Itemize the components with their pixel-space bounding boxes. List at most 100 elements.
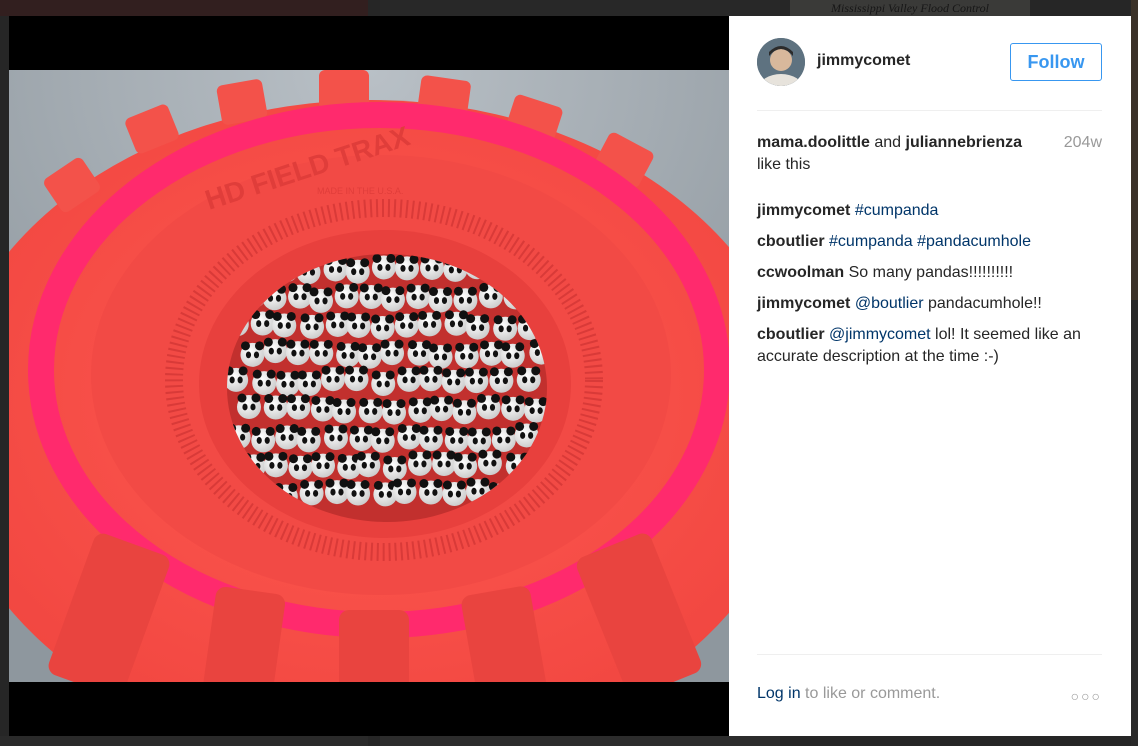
panda-ball [334,282,359,309]
panda-ball [263,394,288,420]
panda-ball [310,395,335,422]
panda-ball [296,426,321,453]
panda-ball [394,254,419,281]
panda-ball [380,286,405,312]
panda-ball [418,425,443,452]
panda-ball [252,369,277,396]
avatar[interactable] [757,38,805,86]
panda-ball [397,423,422,450]
likes-and-text: and [874,134,902,151]
post-header: jimmycomet Follow [757,38,1102,111]
panda-ball [479,340,504,366]
panda-ball [263,451,288,478]
panda-ball [442,480,467,507]
panda-ball [453,286,478,313]
post-media: HD FIELD TRAX MADE IN THE U.S.A. [9,16,729,736]
panda-ball [285,339,310,366]
avatar-image [757,38,805,86]
panda-ball [349,425,374,452]
panda-ball [240,341,265,367]
comment-tag-link[interactable]: #cumpanda [829,233,913,250]
panda-ball [357,343,382,369]
panda-ball [300,313,325,339]
panda-ball [332,398,357,424]
comment-tag-link[interactable]: #cumpanda [855,202,939,219]
panda-ball [465,314,490,340]
panda-ball [407,450,432,476]
panda-ball [432,450,457,477]
panda-ball [408,397,433,423]
panda-ball [272,311,297,338]
panda-ball [323,424,348,450]
login-prompt: Log in to like or comment. [757,685,940,703]
post-photo[interactable]: HD FIELD TRAX MADE IN THE U.S.A. [9,70,729,682]
comment-username[interactable]: cboutlier [757,233,825,250]
panda-ball [370,314,395,341]
comment-item: cboutlier @jimmycomet lol! It seemed lik… [757,324,1102,368]
panda-ball [500,342,525,368]
panda-ball [406,283,431,310]
likes-suffix: like this [757,156,811,173]
panda-ball [346,480,371,506]
panda-ball [418,365,443,392]
panda-ball [476,393,501,420]
follow-button[interactable]: Follow [1010,43,1102,81]
panda-ball [417,310,442,337]
ellipsis-icon[interactable]: ○○○ [1071,688,1102,704]
post-sidebar: jimmycomet Follow mama.doolittle and jul… [729,16,1131,736]
comment-username[interactable]: cboutlier [757,326,825,343]
panda-ball [464,367,489,394]
panda-ball [477,449,502,476]
panda-ball [428,287,453,313]
panda-ball [380,339,405,366]
comment-username[interactable]: jimmycomet [757,295,850,312]
panda-ball [344,365,369,392]
liker-username[interactable]: mama.doolittle [757,134,870,151]
tire-photo-image: HD FIELD TRAX MADE IN THE U.S.A. [9,70,729,682]
panda-ball [321,365,346,392]
panda-ball [345,258,370,284]
panda-ball [453,452,478,479]
panda-ball [359,283,384,309]
login-prompt-text: to like or comment. [800,685,941,702]
post-username[interactable]: jimmycomet [817,52,910,70]
panda-ball [336,341,361,368]
comment-text: pandacumhole!! [923,295,1042,312]
post-footer: Log in to like or comment. ○○○ [757,654,1102,737]
panda-ball [311,452,336,478]
comment-tag-link[interactable]: @jimmycomet [829,326,931,343]
comment-list: jimmycomet #cumpanda cboutlier #cumpanda … [757,200,1102,377]
panda-ball [454,342,479,369]
panda-ball [452,398,477,425]
comment-tag-link[interactable]: @boutlier [855,295,924,312]
liker-username[interactable]: juliannebrienza [906,134,1022,151]
login-link[interactable]: Log in [757,685,801,702]
panda-ball [370,427,395,453]
panda-ball [325,311,350,337]
panda-ball [407,340,432,366]
panda-ball [250,310,275,336]
panda-ball [493,315,518,341]
post-timestamp[interactable]: 204w [1064,132,1102,154]
panda-ball [263,337,288,364]
panda-ball [275,424,300,450]
comment-username[interactable]: jimmycomet [757,202,850,219]
panda-ball [467,427,492,453]
panda-ball [382,455,407,481]
post-modal: HD FIELD TRAX MADE IN THE U.S.A. jimmyco… [9,16,1131,736]
panda-ball [444,426,469,453]
panda-ball [394,312,419,338]
panda-ball [251,426,276,453]
comment-item: jimmycomet @boutlier pandacumhole!! [757,293,1102,315]
comment-tag-link[interactable]: #pandacumhole [917,233,1031,250]
panda-ball [297,370,322,396]
panda-ball [324,478,349,505]
comment-item: cboutlier #cumpanda #pandacumhole [757,231,1102,253]
panda-ball [309,287,334,313]
comment-username[interactable]: ccwoolman [757,264,844,281]
panda-ball [309,339,334,366]
comment-text: So many pandas!!!!!!!!!! [848,264,1014,281]
panda-ball [392,478,417,504]
panda-ball [516,366,541,392]
panda-ball [441,368,466,394]
